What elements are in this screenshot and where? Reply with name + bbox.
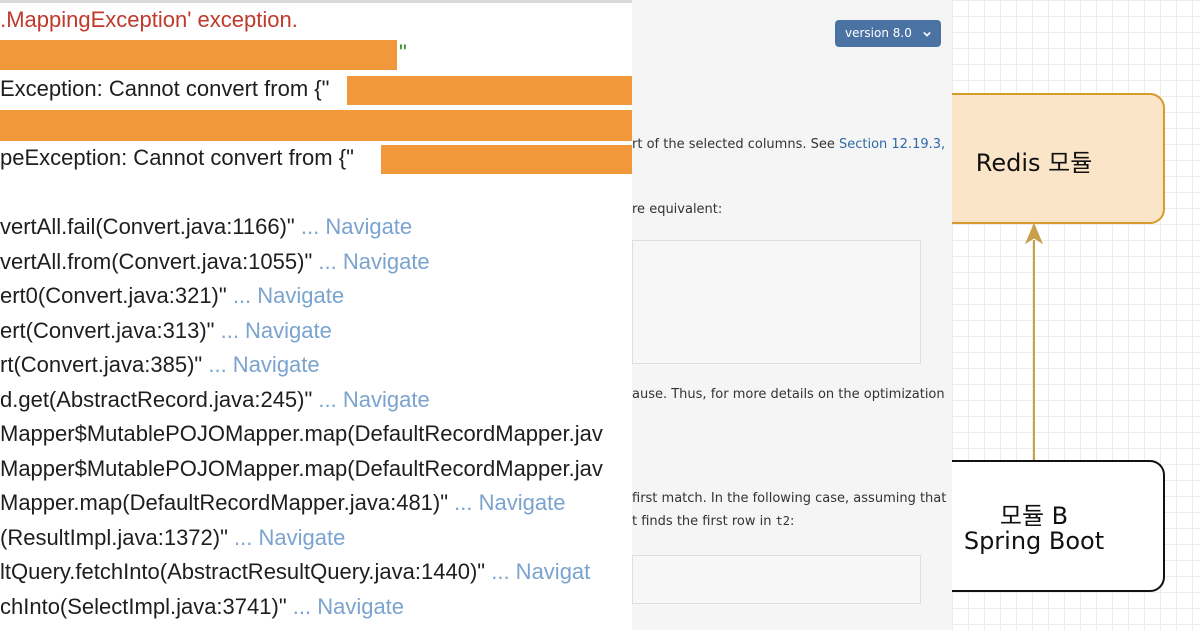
doc-paragraph: ause. Thus, for more details on the opti…: [632, 387, 945, 402]
redis-module-label: Redis 모듈: [975, 149, 1093, 177]
code-block: [632, 240, 921, 364]
trace-line: ert(Convert.java:313)" ... Navigate: [0, 318, 332, 343]
chevron-down-icon: [923, 31, 931, 37]
navigate-link[interactable]: ... Navigate: [454, 490, 565, 515]
trace-line: Mapper$MutablePOJOMapper.map(DefaultReco…: [0, 456, 603, 481]
navigate-link[interactable]: ... Navigate: [301, 214, 412, 239]
trace-line: ert0(Convert.java:321)" ... Navigate: [0, 283, 345, 308]
trace-line: Exception: Cannot convert from {": [0, 76, 330, 101]
section-link[interactable]: Section 12.19.3,: [839, 137, 945, 152]
doc-paragraph: rt of the selected columns. See Section …: [632, 137, 946, 152]
trace-line: Mapper.map(DefaultRecordMapper.java:481)…: [0, 490, 566, 515]
trace-line: rt(Convert.java:385)" ... Navigate: [0, 352, 320, 377]
error-title: ..MappingException' exception.: [0, 7, 298, 32]
trace-line: Mapper$MutablePOJOMapper.map(DefaultReco…: [0, 421, 603, 446]
navigate-link[interactable]: ... Navigate: [293, 594, 404, 619]
redacted-block: [347, 76, 632, 105]
stack-trace-panel: ..MappingException' exception. " Excepti…: [0, 0, 632, 630]
navigate-link[interactable]: ... Navigate: [318, 249, 429, 274]
spring-boot-label: Spring Boot: [963, 527, 1105, 555]
documentation-panel: version 8.0 rt of the selected columns. …: [632, 0, 952, 630]
navigate-link[interactable]: ... Navigate: [233, 283, 344, 308]
inline-code: t2: [775, 514, 791, 528]
top-divider: [0, 0, 632, 3]
redacted-block: [381, 145, 632, 174]
navigate-link[interactable]: ... Navigate: [208, 352, 319, 377]
trace-line: ltQuery.fetchInto(AbstractResultQuery.ja…: [0, 559, 591, 584]
version-select[interactable]: version 8.0: [835, 20, 941, 47]
code-block: [632, 555, 921, 604]
redacted-block: [0, 40, 397, 70]
version-label: version 8.0: [845, 26, 912, 40]
diagram-canvas: Redis 모듈 모듈 B Spring Boot: [952, 0, 1200, 630]
trace-line: d.get(AbstractRecord.java:245)" ... Navi…: [0, 387, 430, 412]
navigate-link[interactable]: ... Navigate: [221, 318, 332, 343]
quote-mark: ": [399, 40, 407, 65]
navigate-link[interactable]: ... Navigate: [234, 525, 345, 550]
doc-paragraph: first match. In the following case, assu…: [632, 491, 947, 506]
doc-paragraph: re equivalent:: [632, 202, 723, 217]
trace-line: peException: Cannot convert from {": [0, 145, 354, 170]
navigate-link[interactable]: ... Navigat: [491, 559, 590, 584]
redacted-block: [0, 110, 632, 141]
trace-line: vertAll.from(Convert.java:1055)" ... Nav…: [0, 249, 430, 274]
trace-line: chInto(SelectImpl.java:3741)" ... Naviga…: [0, 594, 405, 619]
doc-paragraph: t finds the first row in t2:: [632, 514, 795, 529]
trace-line: (ResultImpl.java:1372)" ... Navigate: [0, 525, 346, 550]
navigate-link[interactable]: ... Navigate: [318, 387, 429, 412]
trace-line: vertAll.fail(Convert.java:1166)" ... Nav…: [0, 214, 413, 239]
module-b-label: 모듈 B: [999, 502, 1069, 530]
